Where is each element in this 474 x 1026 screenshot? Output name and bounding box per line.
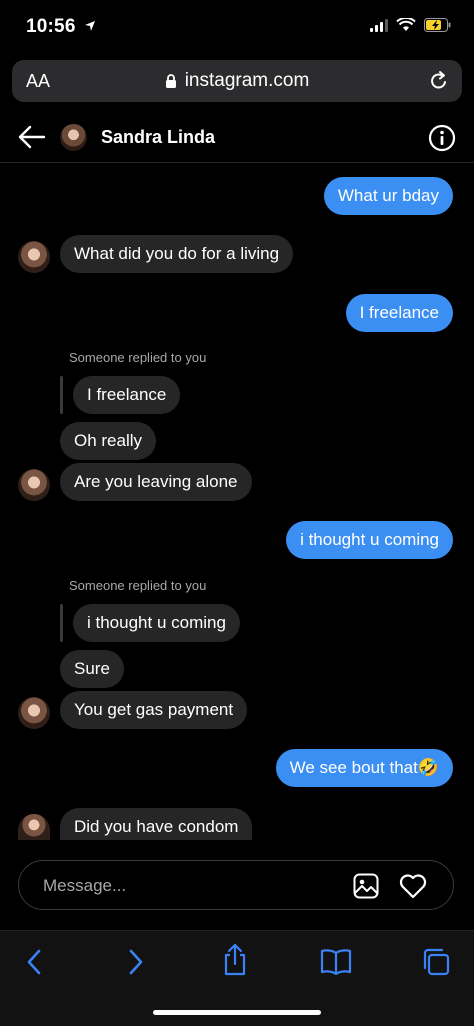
status-indicators <box>370 18 452 32</box>
status-time: 10:56 <box>26 16 96 38</box>
wifi-icon <box>396 18 416 31</box>
cellular-signal-icon <box>370 18 388 32</box>
browser-forward-icon[interactable] <box>126 947 146 977</box>
reply-notice: Someone replied to you <box>69 350 207 365</box>
reply-quote-bar <box>60 376 63 414</box>
quoted-message[interactable]: i thought u coming <box>73 604 240 642</box>
reply-quote-bar <box>60 604 63 642</box>
sender-avatar[interactable] <box>18 697 50 729</box>
heart-icon[interactable] <box>399 873 427 899</box>
home-indicator <box>153 1010 321 1015</box>
text-size-label: AA <box>26 71 51 91</box>
info-icon[interactable] <box>428 124 456 152</box>
message-input[interactable] <box>41 873 345 899</box>
reply-notice: Someone replied to you <box>69 578 207 593</box>
text-size-button[interactable]: AA <box>26 71 50 92</box>
address-bar[interactable]: AA instagram.com <box>12 60 462 102</box>
message-incoming[interactable]: Oh really <box>60 422 157 460</box>
message-composer <box>18 860 454 910</box>
reload-icon[interactable] <box>428 70 450 92</box>
tabs-icon[interactable] <box>421 947 451 977</box>
sender-avatar[interactable] <box>18 241 50 273</box>
lock-icon <box>165 73 176 88</box>
location-arrow-icon <box>85 21 96 31</box>
url-text: instagram.com <box>184 70 310 91</box>
contact-avatar[interactable] <box>60 124 87 151</box>
battery-charging-icon <box>424 18 451 32</box>
message-incoming[interactable]: Did you have condom <box>60 808 253 840</box>
back-arrow-icon[interactable] <box>18 124 46 150</box>
message-incoming[interactable]: Sure <box>60 650 124 688</box>
message-outgoing[interactable]: What ur bday <box>323 177 453 215</box>
message-outgoing[interactable]: i thought u coming <box>286 521 453 559</box>
message-incoming[interactable]: Are you leaving alone <box>60 463 252 501</box>
message-incoming[interactable]: You get gas payment <box>60 691 248 729</box>
message-outgoing[interactable]: I freelance <box>345 294 453 332</box>
message-outgoing[interactable]: We see bout that🤣 <box>275 749 453 787</box>
bookmarks-icon[interactable] <box>320 947 352 977</box>
quoted-message[interactable]: I freelance <box>73 376 181 414</box>
sender-avatar[interactable] <box>18 814 50 840</box>
message-incoming[interactable]: What did you do for a living <box>60 235 294 273</box>
chat-header: Sandra Linda <box>0 112 474 163</box>
contact-name[interactable]: Sandra Linda <box>101 127 215 148</box>
sender-avatar[interactable] <box>18 469 50 501</box>
gallery-icon[interactable] <box>353 873 379 899</box>
url-display[interactable]: instagram.com <box>165 70 310 92</box>
status-time-text: 10:56 <box>26 16 76 37</box>
browser-back-icon[interactable] <box>24 947 44 977</box>
share-icon[interactable] <box>221 943 249 977</box>
